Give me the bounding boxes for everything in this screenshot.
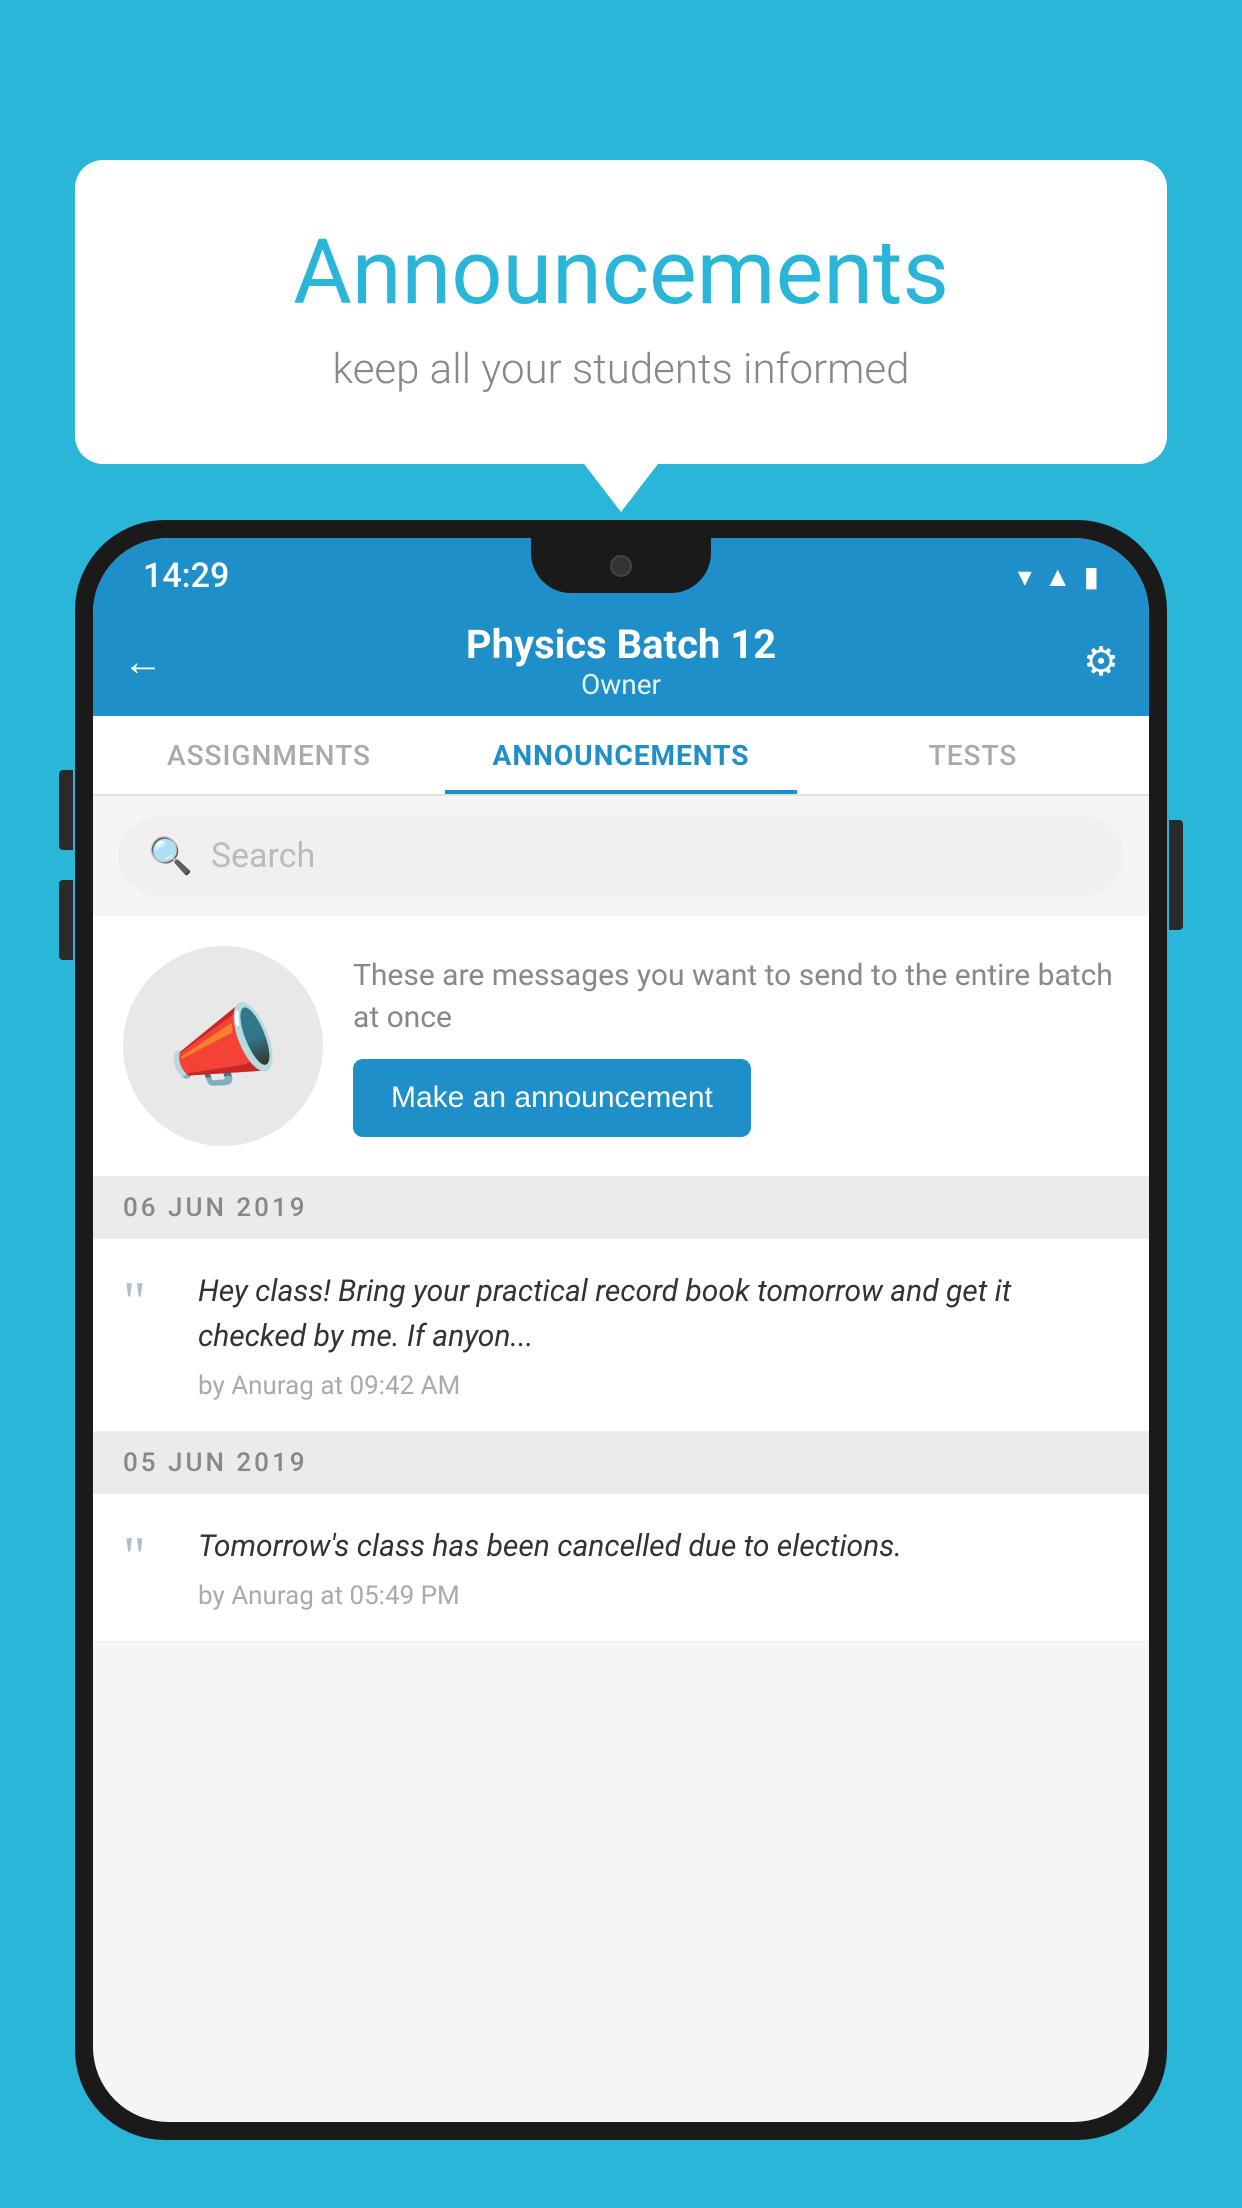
date-separator-june5: 05 JUN 2019 [93, 1432, 1149, 1494]
announcement-text-2: Tomorrow's class has been cancelled due … [198, 1524, 1119, 1569]
announcement-content: Hey class! Bring your practical record b… [198, 1269, 1119, 1401]
tab-announcements[interactable]: ANNOUNCEMENTS [445, 716, 797, 794]
bubble-subtitle: keep all your students informed [155, 345, 1087, 394]
header-title: Physics Batch 12 [183, 621, 1059, 668]
promo-description: These are messages you want to send to t… [353, 955, 1119, 1039]
app-header: ← Physics Batch 12 Owner ⚙ [93, 606, 1149, 716]
battery-icon: ▮ [1084, 560, 1099, 593]
power-button [1169, 820, 1183, 930]
promo-icon-circle: 📣 [123, 946, 323, 1146]
quote-icon-2: " [123, 1524, 173, 1611]
volume-up-button [59, 770, 73, 850]
settings-icon[interactable]: ⚙ [1059, 638, 1119, 685]
status-icons: ▾ ▲ ▮ [1018, 560, 1099, 593]
speech-bubble-section: Announcements keep all your students inf… [75, 160, 1167, 464]
search-bar[interactable]: 🔍 Search [118, 816, 1124, 896]
bubble-title: Announcements [155, 220, 1087, 325]
phone-notch [531, 538, 711, 593]
header-subtitle: Owner [183, 668, 1059, 701]
quote-icon: " [123, 1269, 173, 1401]
announcement-meta: by Anurag at 09:42 AM [198, 1371, 1119, 1401]
announcement-meta-2: by Anurag at 05:49 PM [198, 1581, 1119, 1611]
header-center: Physics Batch 12 Owner [183, 621, 1059, 701]
front-camera [610, 555, 632, 577]
status-time: 14:29 [143, 556, 229, 596]
announcement-item-2[interactable]: " Tomorrow's class has been cancelled du… [93, 1494, 1149, 1642]
announcement-content-2: Tomorrow's class has been cancelled due … [198, 1524, 1119, 1611]
promo-section: 📣 These are messages you want to send to… [93, 916, 1149, 1177]
announcement-item[interactable]: " Hey class! Bring your practical record… [93, 1239, 1149, 1432]
announcement-text: Hey class! Bring your practical record b… [198, 1269, 1119, 1359]
tabs-container: ASSIGNMENTS ANNOUNCEMENTS TESTS [93, 716, 1149, 796]
volume-down-button [59, 880, 73, 960]
signal-icon: ▲ [1044, 560, 1072, 593]
tab-assignments[interactable]: ASSIGNMENTS [93, 716, 445, 794]
search-placeholder: Search [211, 836, 315, 876]
search-icon: 🔍 [148, 835, 193, 877]
back-button[interactable]: ← [123, 638, 183, 685]
wifi-icon: ▾ [1018, 560, 1032, 593]
promo-content: These are messages you want to send to t… [353, 955, 1119, 1137]
date-separator-june6: 06 JUN 2019 [93, 1177, 1149, 1239]
megaphone-icon: 📣 [167, 994, 279, 1099]
make-announcement-button[interactable]: Make an announcement [353, 1059, 751, 1137]
phone-screen: 14:29 ▾ ▲ ▮ ← Physics Batch 12 Owner ⚙ [93, 538, 1149, 2122]
phone-mockup: 14:29 ▾ ▲ ▮ ← Physics Batch 12 Owner ⚙ [75, 520, 1167, 2208]
speech-bubble: Announcements keep all your students inf… [75, 160, 1167, 464]
tab-tests[interactable]: TESTS [797, 716, 1149, 794]
phone-outer: 14:29 ▾ ▲ ▮ ← Physics Batch 12 Owner ⚙ [75, 520, 1167, 2140]
